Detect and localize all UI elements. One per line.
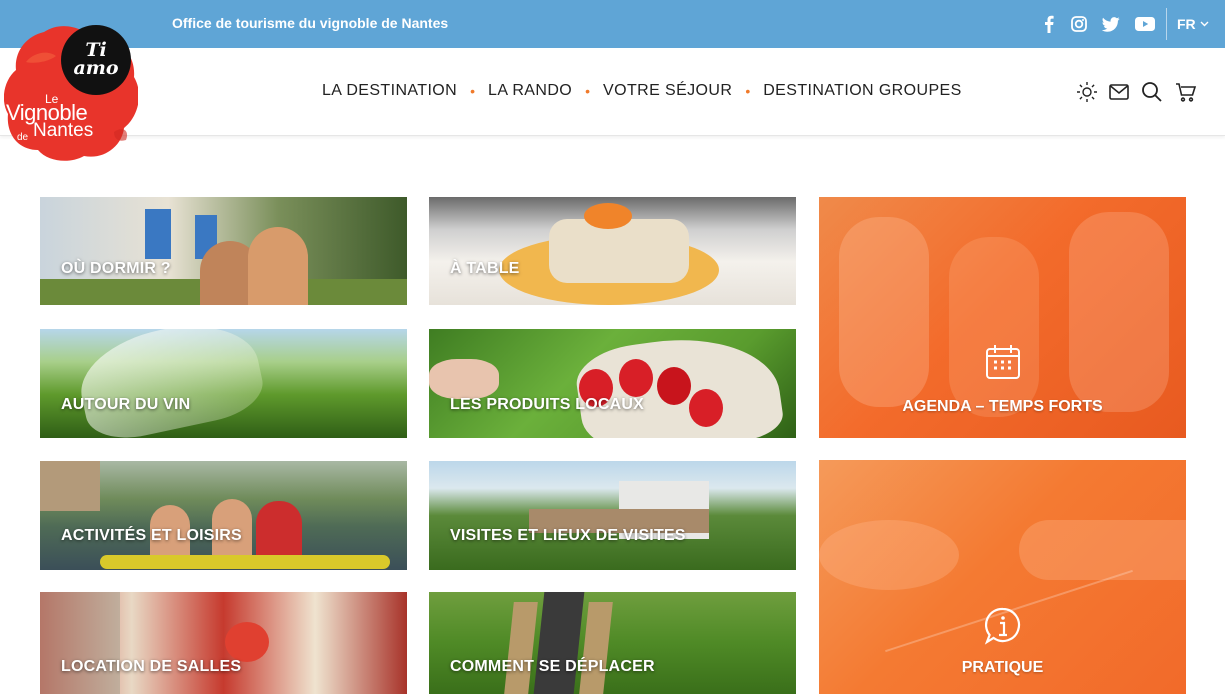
language-selector[interactable]: FR bbox=[1166, 8, 1209, 40]
nav-separator: • bbox=[745, 83, 751, 99]
tile-label: À TABLE bbox=[450, 260, 520, 277]
instagram-icon[interactable] bbox=[1069, 13, 1089, 35]
tile-photo-detail bbox=[429, 359, 499, 399]
tile-photo-detail bbox=[40, 592, 120, 694]
logo-badge: Ti amo bbox=[61, 25, 131, 95]
tile-photo-detail bbox=[584, 203, 632, 229]
twitter-icon[interactable] bbox=[1101, 13, 1121, 35]
tile-pratique[interactable]: PRATIQUE bbox=[819, 460, 1186, 694]
nav-la-rando[interactable]: LA RANDO bbox=[488, 82, 572, 100]
search-icon[interactable] bbox=[1140, 80, 1164, 104]
tile-photo-detail bbox=[839, 217, 929, 407]
nav-separator: • bbox=[585, 83, 591, 99]
language-label: FR bbox=[1177, 16, 1196, 32]
tile-label: AUTOUR DU VIN bbox=[61, 396, 191, 413]
tile-label: ACTIVITÉS ET LOISIRS bbox=[61, 527, 242, 544]
tile-label: OÙ DORMIR ? bbox=[61, 260, 171, 277]
logo-nantes: Nantes bbox=[33, 120, 94, 141]
tile-photo-detail bbox=[579, 602, 613, 694]
youtube-icon[interactable] bbox=[1134, 13, 1156, 35]
tile-visites-et-lieux-de-visites[interactable]: VISITES ET LIEUX DE VISITES bbox=[429, 461, 796, 570]
tile-photo-detail bbox=[657, 367, 691, 405]
mail-icon[interactable] bbox=[1107, 80, 1131, 104]
tile-photo-detail bbox=[145, 209, 171, 259]
tile-photo-detail bbox=[248, 227, 308, 305]
info-icon bbox=[983, 606, 1023, 646]
nav-destination-groupes[interactable]: DESTINATION GROUPES bbox=[763, 82, 961, 100]
tile-photo-detail bbox=[100, 555, 390, 569]
tile-photo-detail bbox=[549, 219, 689, 283]
nav-separator: • bbox=[470, 83, 476, 99]
tile-photo-detail bbox=[1069, 212, 1169, 412]
chevron-down-icon bbox=[1200, 21, 1209, 27]
tile-a-table[interactable]: À TABLE bbox=[429, 197, 796, 305]
tile-big-label: AGENDA – TEMPS FORTS bbox=[902, 398, 1103, 415]
facebook-icon[interactable] bbox=[1042, 13, 1056, 35]
topbar-title: Office de tourisme du vignoble de Nantes bbox=[172, 15, 449, 31]
nav-la-destination[interactable]: LA DESTINATION bbox=[322, 82, 457, 100]
tile-label: COMMENT SE DÉPLACER bbox=[450, 658, 655, 675]
cart-icon[interactable] bbox=[1174, 80, 1198, 104]
tile-label: VISITES ET LIEUX DE VISITES bbox=[450, 527, 686, 544]
tile-agenda-temps-forts[interactable]: AGENDA – TEMPS FORTS bbox=[819, 197, 1186, 438]
logo-badge-line2: amo bbox=[73, 57, 119, 79]
tile-photo-detail bbox=[40, 461, 100, 511]
tile-photo-detail bbox=[1019, 520, 1186, 580]
tile-photo-detail bbox=[533, 592, 585, 694]
tile-activites-et-loisirs[interactable]: ACTIVITÉS ET LOISIRS bbox=[40, 461, 407, 570]
logo-de: de bbox=[17, 132, 29, 143]
tile-photo-detail bbox=[819, 520, 959, 590]
tile-photo-detail bbox=[689, 389, 723, 427]
tile-photo-detail bbox=[504, 602, 538, 694]
tile-photo-detail bbox=[949, 237, 1039, 417]
tile-location-de-salles[interactable]: LOCATION DE SALLES bbox=[40, 592, 407, 694]
tile-comment-se-deplacer[interactable]: COMMENT SE DÉPLACER bbox=[429, 592, 796, 694]
tile-label: LOCATION DE SALLES bbox=[61, 658, 242, 675]
tile-autour-du-vin[interactable]: AUTOUR DU VIN bbox=[40, 329, 407, 438]
tile-les-produits-locaux[interactable]: LES PRODUITS LOCAUX bbox=[429, 329, 796, 438]
tile-photo-detail bbox=[71, 329, 269, 438]
main-nav: LA DESTINATION • LA RANDO • VOTRE SÉJOUR… bbox=[322, 82, 962, 100]
tile-ou-dormir[interactable]: OÙ DORMIR ? bbox=[40, 197, 407, 305]
site-logo[interactable]: Ti amo Le Vignoble de Nantes bbox=[4, 22, 138, 162]
sun-icon[interactable] bbox=[1075, 80, 1099, 104]
nav-votre-sejour[interactable]: VOTRE SÉJOUR bbox=[603, 82, 732, 100]
tile-photo-detail bbox=[619, 359, 653, 397]
tile-photo-detail bbox=[225, 622, 269, 662]
calendar-icon bbox=[984, 343, 1022, 381]
top-bar: Office de tourisme du vignoble de Nantes… bbox=[0, 0, 1225, 48]
tile-big-label: PRATIQUE bbox=[961, 659, 1044, 676]
tile-label: LES PRODUITS LOCAUX bbox=[450, 396, 645, 413]
